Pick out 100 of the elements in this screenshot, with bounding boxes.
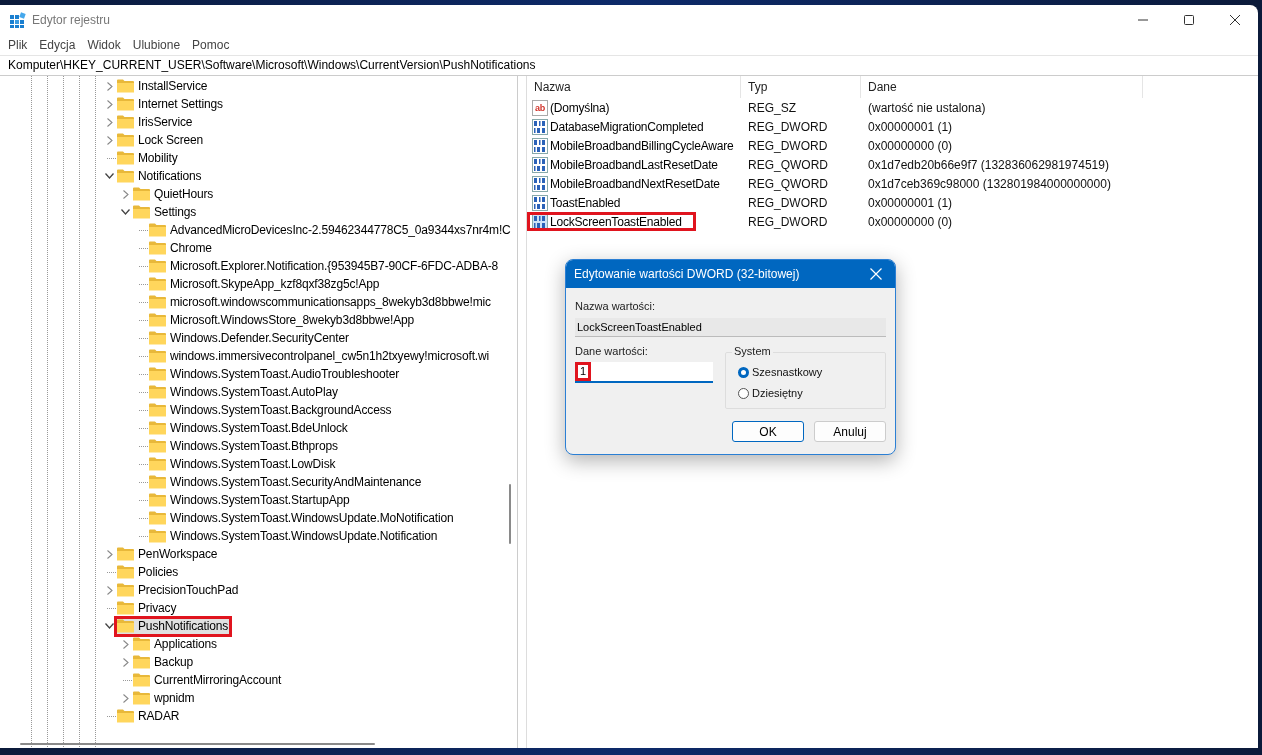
folder-icon <box>133 673 150 687</box>
menu-item[interactable]: Widok <box>81 38 127 52</box>
tree-item[interactable]: Notifications <box>116 167 204 185</box>
tree-item[interactable]: PenWorkspace <box>116 545 220 563</box>
chevron-right-icon[interactable] <box>106 549 113 559</box>
tree-item[interactable]: Windows.Defender.SecurityCenter <box>148 329 351 347</box>
tree-item[interactable]: Settings <box>132 203 199 221</box>
value-data: 0x00000000 (0) <box>867 214 954 229</box>
tree-item[interactable]: windows.immersivecontrolpanel_cw5n1h2txyewy!microsoft.wi <box>148 347 492 365</box>
tree-item[interactable]: Microsoft.Explorer.Notification.{953945B7-90CF-6FDC-ADBA-8 <box>148 257 501 275</box>
value-type: REG_DWORD <box>747 214 829 229</box>
menu-item[interactable]: Pomoc <box>186 38 236 52</box>
chevron-down-icon[interactable] <box>105 173 114 179</box>
tree-item[interactable]: Windows.SystemToast.StartupApp <box>148 491 352 509</box>
folder-icon <box>149 367 166 381</box>
value-data: 0x1d7ceb369c98000 (132801984000000000) <box>867 176 1112 191</box>
tree-item[interactable]: Windows.SystemToast.Bthprops <box>148 437 340 455</box>
chevron-right-icon[interactable] <box>122 639 129 649</box>
tree-item[interactable]: Microsoft.SkypeApp_kzf8qxf38zg5c!App <box>148 275 382 293</box>
tree-item[interactable]: Policies <box>116 563 181 581</box>
tree-item[interactable]: AdvancedMicroDevicesInc-2.59462344778C5_0a9344xs7nr4m!C <box>148 221 513 239</box>
tree-item[interactable]: Privacy <box>116 599 179 617</box>
value-type: REG_SZ <box>747 100 797 115</box>
tree-item[interactable]: CurrentMirroringAccount <box>132 671 284 689</box>
folder-icon <box>117 169 134 183</box>
tree-item[interactable]: Windows.SystemToast.BdeUnlock <box>148 419 350 437</box>
folder-icon <box>117 79 134 93</box>
tree-item[interactable]: Windows.SystemToast.BackgroundAccess <box>148 401 394 419</box>
value-data: 0x1d7edb20b66e9f7 (132836062981974519) <box>867 157 1110 172</box>
tree-item[interactable]: Backup <box>132 653 196 671</box>
string-value-icon: ab <box>532 99 548 116</box>
folder-icon <box>133 187 150 201</box>
scrollbar-thumb[interactable] <box>509 484 511 544</box>
chevron-right-icon[interactable] <box>106 135 113 145</box>
dialog-button[interactable]: Anuluj <box>814 421 886 442</box>
chevron-right-icon[interactable] <box>106 81 113 91</box>
menu-item[interactable]: Ulubione <box>126 38 187 52</box>
chevron-right-icon[interactable] <box>106 99 113 109</box>
folder-icon <box>149 277 166 291</box>
value-name[interactable]: ab (Domyślna) <box>527 98 610 117</box>
chevron-down-icon[interactable] <box>121 209 130 215</box>
chevron-right-icon[interactable] <box>122 189 129 199</box>
tree-item[interactable]: Windows.SystemToast.LowDisk <box>148 455 338 473</box>
tree-item[interactable]: microsoft.windowscommunicationsapps_8wekyb3d8bbwe!mic <box>148 293 493 311</box>
value-type: REG_DWORD <box>747 138 829 153</box>
folder-icon <box>149 313 166 327</box>
folder-icon <box>149 421 166 435</box>
tree-item[interactable]: QuietHours <box>132 185 216 203</box>
tree-item[interactable]: Windows.SystemToast.WindowsUpdate.MoNotification <box>148 509 456 527</box>
tree-item[interactable]: Windows.SystemToast.AudioTroubleshooter <box>148 365 402 383</box>
folder-icon <box>149 511 166 525</box>
radio-option[interactable]: Dziesiętny <box>738 384 875 402</box>
dialog-button[interactable]: OK <box>732 421 804 442</box>
chevron-right-icon[interactable] <box>106 117 113 127</box>
tree-item[interactable]: PushNotifications <box>116 617 231 635</box>
column-header[interactable]: Dane <box>861 76 1143 98</box>
tree-item[interactable]: PrecisionTouchPad <box>116 581 241 599</box>
menu-item[interactable]: Edycja <box>33 38 82 52</box>
chevron-right-icon[interactable] <box>122 693 129 703</box>
tree-item[interactable]: wpnidm <box>132 689 197 707</box>
tree-item[interactable]: InstallService <box>116 77 210 95</box>
tree-item[interactable]: Windows.SystemToast.SecurityAndMaintenance <box>148 473 424 491</box>
value-name[interactable]: DatabaseMigrationCompleted <box>527 117 704 136</box>
folder-icon <box>133 637 150 651</box>
folder-icon <box>149 529 166 543</box>
chevron-right-icon[interactable] <box>122 657 129 667</box>
tree-item[interactable]: Internet Settings <box>116 95 225 113</box>
value-type: REG_QWORD <box>747 157 829 172</box>
tree-item[interactable]: IrisService <box>116 113 195 131</box>
menu-item[interactable]: Plik <box>2 38 34 52</box>
tree-item[interactable]: RADAR <box>116 707 182 725</box>
scrollbar-thumb[interactable] <box>20 743 375 745</box>
tree-item[interactable]: Lock Screen <box>116 131 206 149</box>
value-data: 0x00000001 (1) <box>867 119 954 134</box>
radio-option[interactable]: Szesnastkowy <box>738 363 875 381</box>
tree-item[interactable]: Applications <box>132 635 219 653</box>
value-data: (wartość nie ustalona) <box>867 100 987 115</box>
value-name[interactable]: LockScreenToastEnabled <box>527 212 696 231</box>
tree-item[interactable]: Chrome <box>148 239 214 257</box>
value-name-field[interactable]: LockScreenToastEnabled <box>575 318 886 337</box>
value-name[interactable]: MobileBroadbandBillingCycleAware <box>527 136 734 155</box>
folder-icon <box>117 97 134 111</box>
value-name[interactable]: ToastEnabled <box>527 193 621 212</box>
tree-item[interactable]: Windows.SystemToast.AutoPlay <box>148 383 340 401</box>
folder-icon <box>149 259 166 273</box>
tree-item[interactable]: Mobility <box>116 149 180 167</box>
tree-item[interactable]: Windows.SystemToast.WindowsUpdate.Notification <box>148 527 440 545</box>
chevron-right-icon[interactable] <box>106 585 113 595</box>
value-data-field[interactable]: 1 <box>575 362 713 383</box>
folder-icon <box>149 295 166 309</box>
folder-icon <box>117 619 134 633</box>
chevron-down-icon[interactable] <box>105 623 114 629</box>
tree-item[interactable]: Microsoft.WindowsStore_8wekyb3d8bbwe!App <box>148 311 417 329</box>
value-name[interactable]: MobileBroadbandLastResetDate <box>527 155 718 174</box>
value-data: 0x00000001 (1) <box>867 195 954 210</box>
value-name[interactable]: MobileBroadbandNextResetDate <box>527 174 720 193</box>
column-header[interactable]: Typ <box>741 76 861 98</box>
column-header[interactable]: Nazwa <box>527 76 741 98</box>
folder-icon <box>117 709 134 723</box>
folder-icon <box>117 151 134 165</box>
